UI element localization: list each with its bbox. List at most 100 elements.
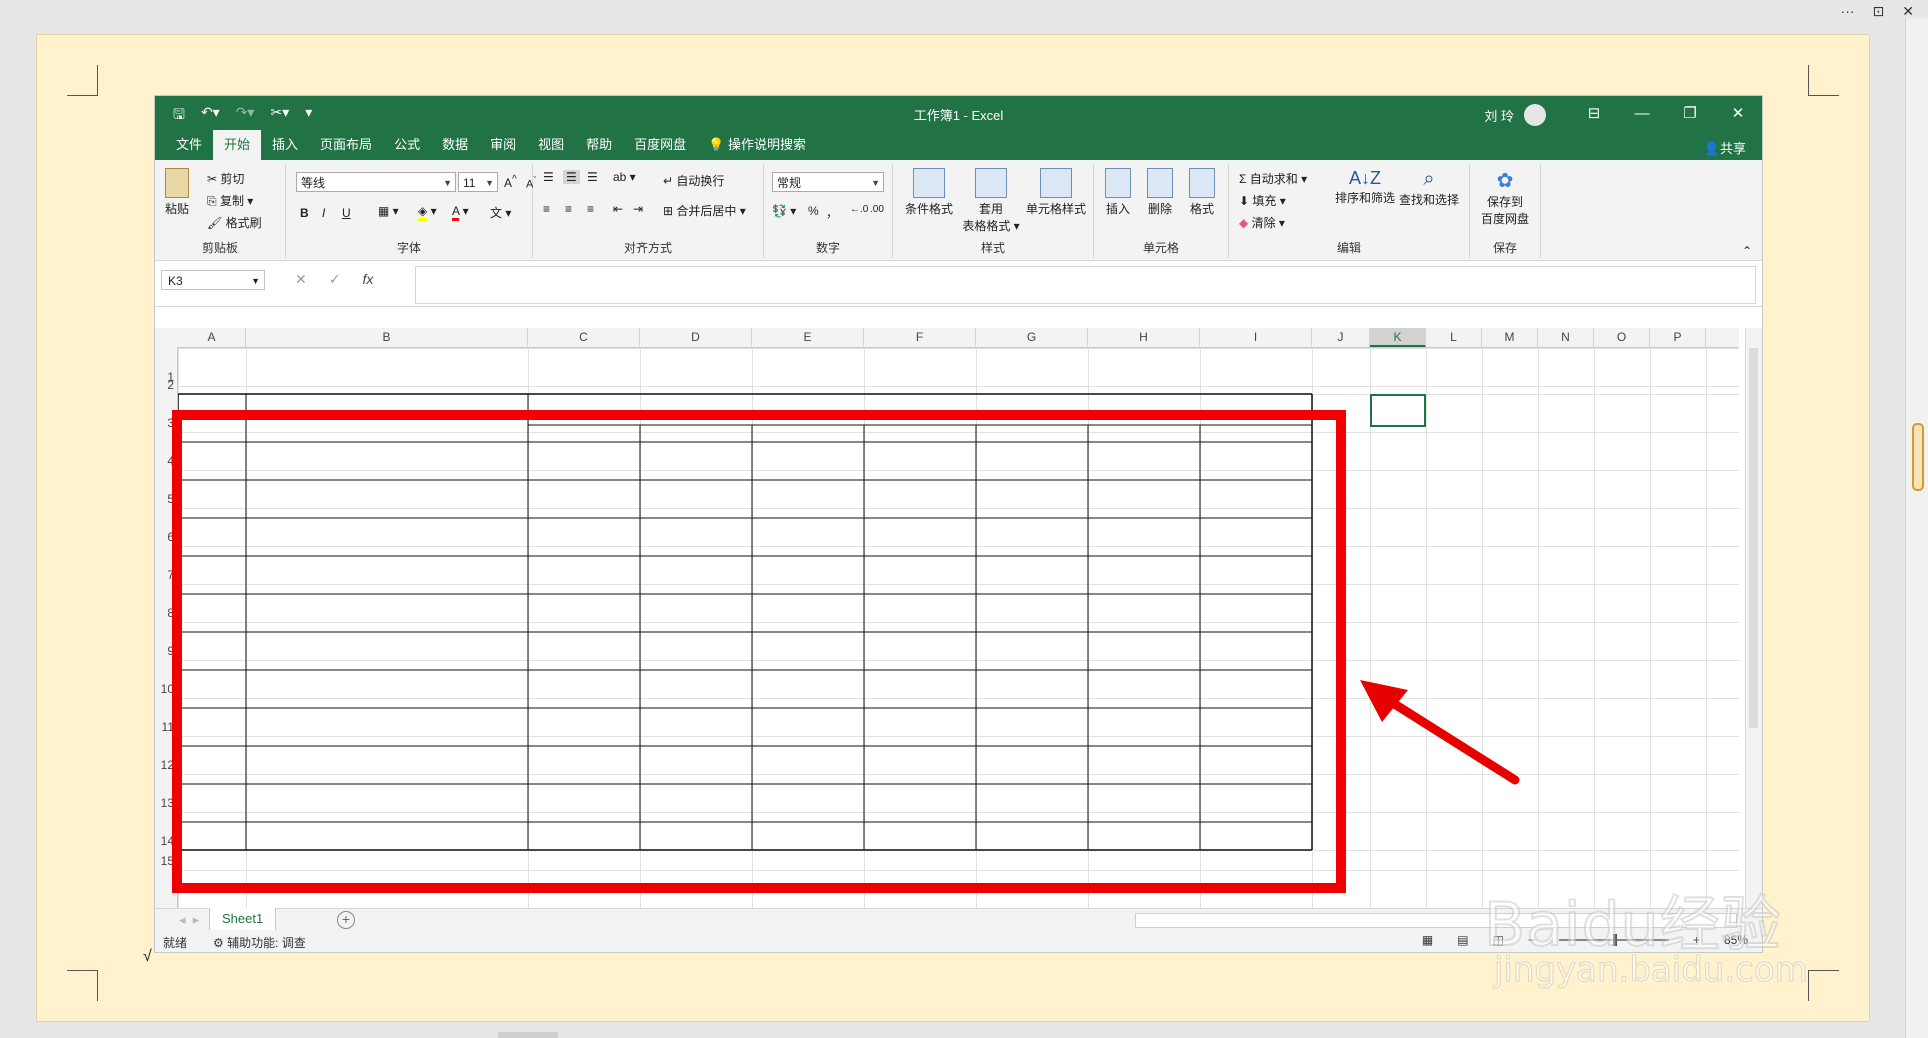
scroll-thumb[interactable] (1749, 348, 1758, 728)
column-header-h[interactable]: H (1088, 328, 1200, 347)
cancel-icon[interactable]: ✕ (295, 271, 307, 288)
conditional-format-button[interactable]: 条件格式 (901, 168, 957, 217)
sheet-vertical-scrollbar[interactable] (1745, 328, 1762, 908)
collapse-ribbon-icon[interactable]: ⌃ (1742, 244, 1752, 258)
avatar[interactable] (1524, 104, 1546, 126)
user-account[interactable]: 刘 玲 (1484, 104, 1546, 126)
delete-cells-button[interactable]: 删除 (1142, 168, 1178, 217)
fill-color-button[interactable]: ◈ ▾ (418, 204, 437, 221)
formula-input[interactable] (415, 266, 1756, 304)
cut-button[interactable]: ✂ 剪切 (207, 170, 244, 187)
bold-button[interactable]: B (300, 206, 309, 220)
phonetic-button[interactable]: 文 ▾ (490, 204, 511, 221)
paste-button[interactable]: 粘贴 (165, 168, 189, 217)
percent-button[interactable]: % (808, 204, 819, 218)
tab-formulas[interactable]: 公式 (383, 130, 431, 160)
font-size-select[interactable]: 11 ▼ (458, 172, 498, 192)
column-header-i[interactable]: I (1200, 328, 1312, 347)
decrease-indent-icon[interactable]: ⇤ (613, 202, 623, 216)
sheet-nav-arrows[interactable]: ◂ ▸ (179, 912, 199, 928)
ribbon-display-icon[interactable]: ⊟ (1570, 96, 1618, 130)
viewer-horizontal-scroll-thumb[interactable] (498, 1032, 558, 1038)
column-header-e[interactable]: E (752, 328, 864, 347)
sheet-tab[interactable]: Sheet1 (209, 908, 277, 932)
font-name-select[interactable]: 等线 ▼ (296, 172, 456, 192)
column-header-b[interactable]: B (246, 328, 528, 347)
column-header-d[interactable]: D (640, 328, 752, 347)
add-sheet-icon[interactable]: + (337, 911, 355, 929)
cell-styles-button[interactable]: 单元格样式 (1023, 168, 1089, 217)
column-header-j[interactable]: J (1312, 328, 1370, 347)
column-header-o[interactable]: O (1594, 328, 1650, 347)
center-align-icon[interactable]: ≡ (565, 202, 572, 216)
save-to-label-1: 保存到 (1486, 195, 1523, 209)
close-icon[interactable]: ✕ (1902, 3, 1914, 20)
minimize-icon[interactable]: — (1618, 96, 1666, 130)
comma-button[interactable]: ， (826, 204, 838, 221)
grow-font-button[interactable]: A^ (504, 174, 517, 190)
more-icon[interactable]: ··· (1841, 3, 1855, 19)
format-cells-button[interactable]: 格式 (1184, 168, 1220, 217)
column-header-f[interactable]: F (864, 328, 976, 347)
page-layout-view-icon[interactable]: ▤ (1457, 933, 1468, 947)
bottom-align-icon[interactable]: ☰ (587, 170, 598, 184)
italic-button[interactable]: I (322, 206, 325, 220)
clear-button[interactable]: ◆ 清除 ▾ (1239, 214, 1285, 231)
underline-button[interactable]: U (342, 206, 351, 220)
tab-review[interactable]: 审阅 (479, 130, 527, 160)
column-header-c[interactable]: C (528, 328, 640, 347)
format-as-table-button[interactable]: 套用 表格格式 ▾ (961, 168, 1021, 234)
restore-icon[interactable]: ❐ (1666, 96, 1714, 130)
font-color-button[interactable]: A ▾ (452, 204, 469, 221)
tab-baidu-netdisk[interactable]: 百度网盘 (623, 130, 697, 160)
merge-center-button[interactable]: ⊞ 合并后居中 ▾ (663, 202, 746, 219)
tell-me-search[interactable]: 💡 操作说明搜索 (697, 130, 817, 160)
scroll-thumb[interactable] (1912, 423, 1924, 491)
row-header-2[interactable]: 2 (155, 378, 177, 392)
viewer-vertical-scrollbar[interactable] (1905, 18, 1928, 1038)
column-header-m[interactable]: M (1482, 328, 1538, 347)
borders-button[interactable]: ▦ ▾ (378, 204, 399, 218)
tab-page-layout[interactable]: 页面布局 (309, 130, 383, 160)
active-cell-k3[interactable] (1370, 394, 1426, 427)
middle-align-icon[interactable]: ☰ (563, 170, 580, 184)
sort-filter-button[interactable]: A↓Z 排序和筛选 (1335, 168, 1395, 206)
column-header-n[interactable]: N (1538, 328, 1594, 347)
column-header-k[interactable]: K (1370, 328, 1426, 347)
fill-button[interactable]: ⬇ 填充 ▾ (1239, 192, 1286, 209)
right-align-icon[interactable]: ≡ (587, 202, 594, 216)
column-header-l[interactable]: L (1426, 328, 1482, 347)
share-button[interactable]: 👤共享 (1704, 138, 1746, 157)
find-select-button[interactable]: ⌕ 查找和选择 (1399, 168, 1459, 208)
increase-decimal-icon[interactable]: ←.0 (850, 204, 868, 215)
insert-cells-button[interactable]: 插入 (1100, 168, 1136, 217)
name-box[interactable]: K3 ▼ (161, 270, 265, 290)
orientation-icon[interactable]: ab ▾ (613, 170, 636, 184)
decrease-decimal-icon[interactable]: .00 (870, 204, 884, 215)
enter-icon[interactable]: ✓ (329, 271, 341, 288)
number-format-select[interactable]: 常规 ▼ (772, 172, 884, 192)
save-to-netdisk-button[interactable]: ✿ 保存到 百度网盘 (1480, 168, 1530, 227)
accessibility-status[interactable]: ⚙ 辅助功能: 调查 (213, 934, 306, 951)
tab-home[interactable]: 开始 (213, 130, 262, 160)
tab-view[interactable]: 视图 (527, 130, 575, 160)
fullscreen-icon[interactable]: ⊡ (1873, 3, 1885, 20)
column-header-a[interactable]: A (178, 328, 246, 347)
increase-indent-icon[interactable]: ⇥ (633, 202, 643, 216)
left-align-icon[interactable]: ≡ (543, 202, 550, 216)
normal-view-icon[interactable]: ▦ (1422, 933, 1433, 947)
wrap-text-button[interactable]: ↵ 自动换行 (663, 172, 724, 189)
close-window-icon[interactable]: ✕ (1714, 96, 1762, 130)
tab-data[interactable]: 数据 (431, 130, 479, 160)
tab-insert[interactable]: 插入 (261, 130, 309, 160)
autosum-button[interactable]: Σ 自动求和 ▾ (1239, 170, 1307, 187)
currency-button[interactable]: 💱 ▾ (772, 204, 796, 218)
top-align-icon[interactable]: ☰ (543, 170, 554, 184)
copy-button[interactable]: ⎘ 复制 ▾ (207, 192, 253, 209)
tab-file[interactable]: 文件 (165, 130, 213, 160)
format-painter-button[interactable]: 🖌 格式刷 (207, 214, 262, 231)
insert-function-icon[interactable]: fx (362, 271, 373, 288)
column-header-p[interactable]: P (1650, 328, 1706, 347)
column-header-g[interactable]: G (976, 328, 1088, 347)
tab-help[interactable]: 帮助 (575, 130, 623, 160)
